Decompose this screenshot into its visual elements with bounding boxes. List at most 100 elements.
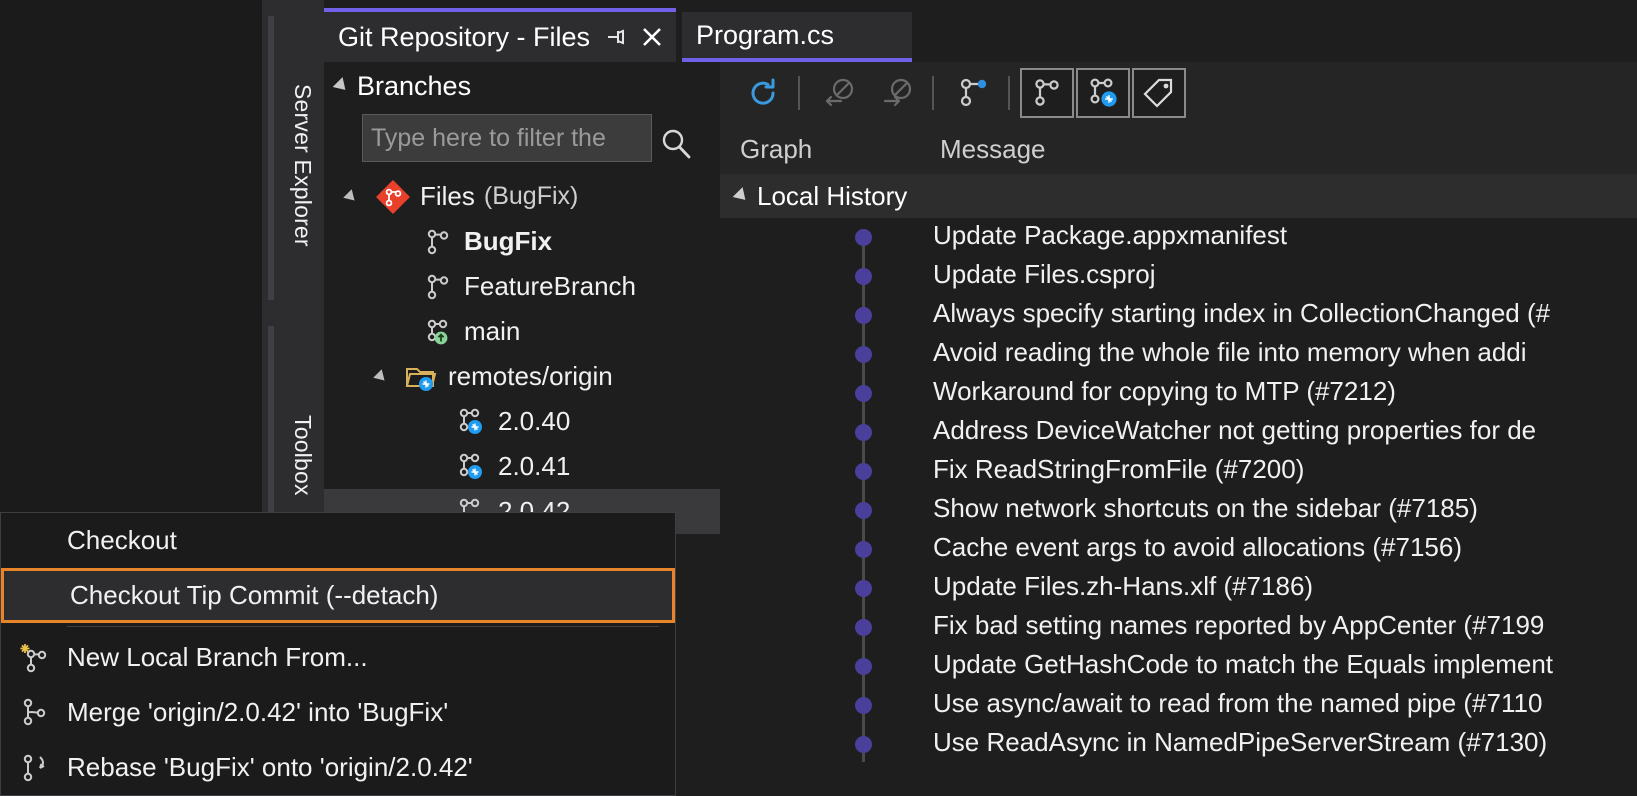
commit-row[interactable]: Update Files.zh-Hans.xlf (#7186): [720, 569, 1637, 608]
show-remote-branches-button[interactable]: [1076, 68, 1130, 118]
commit-message: Update Files.zh-Hans.xlf (#7186): [933, 571, 1313, 602]
commit-row[interactable]: Address DeviceWatcher not getting proper…: [720, 413, 1637, 452]
dock-tab-label: Server Explorer: [289, 70, 316, 247]
rebase-icon: [1, 751, 67, 785]
fetch-back-button[interactable]: [812, 68, 866, 118]
commit-row[interactable]: Workaround for copying to MTP (#7212): [720, 374, 1637, 413]
commit-message: Avoid reading the whole file into memory…: [933, 337, 1527, 368]
tree-item-branch-bugfix[interactable]: BugFix: [324, 219, 720, 264]
commit-list[interactable]: Update Package.appxmanifest Update Files…: [720, 218, 1637, 762]
menu-item-checkout[interactable]: Checkout: [1, 513, 675, 568]
column-header-message[interactable]: Message: [940, 134, 1046, 165]
refresh-button[interactable]: [736, 68, 790, 118]
tree-item-label: 2.0.41: [498, 451, 570, 482]
menu-item-checkout-tip-commit[interactable]: Checkout Tip Commit (--detach): [1, 568, 675, 623]
commit-row[interactable]: Use ReadAsync in NamedPipeServerStream (…: [720, 725, 1637, 762]
commit-message: Address DeviceWatcher not getting proper…: [933, 415, 1536, 446]
merge-icon: [1, 696, 67, 730]
tree-item-repository[interactable]: Files (BugFix): [324, 174, 720, 219]
menu-separator: [67, 626, 659, 627]
branch-filter-box[interactable]: [362, 114, 652, 162]
dock-tab-accent-bar: [268, 16, 274, 300]
graph-commit-dot: [855, 307, 872, 324]
tree-item-branch-main[interactable]: main: [324, 309, 720, 354]
graph-commit-dot: [855, 346, 872, 363]
branches-tree: Files (BugFix) BugFix: [324, 174, 720, 534]
commit-row[interactable]: Always specify starting index in Collect…: [720, 296, 1637, 335]
branches-header-label: Branches: [357, 71, 471, 102]
tree-item-remotes-origin[interactable]: remotes/origin: [324, 354, 720, 399]
local-history-group-header[interactable]: Local History: [720, 174, 1637, 218]
tree-item-branch-featurebranch[interactable]: FeatureBranch: [324, 264, 720, 309]
tree-item-label: BugFix: [464, 226, 552, 257]
branches-section-header[interactable]: Branches: [324, 62, 720, 110]
tree-item-current-branch: (BugFix): [484, 182, 578, 211]
pin-icon[interactable]: [604, 26, 627, 48]
commit-message: Use async/await to read from the named p…: [933, 688, 1542, 719]
graph-commit-dot: [855, 580, 872, 597]
menu-item-label: Checkout: [67, 525, 177, 556]
commit-message: Update Files.csproj: [933, 259, 1156, 290]
menu-item-rebase-branch[interactable]: Rebase 'BugFix' onto 'origin/2.0.42': [1, 740, 675, 795]
tree-item-label: FeatureBranch: [464, 271, 636, 302]
commit-row[interactable]: Update GetHashCode to match the Equals i…: [720, 647, 1637, 686]
show-tags-button[interactable]: [1132, 68, 1186, 118]
tab-label: Program.cs: [696, 20, 834, 51]
graph-commit-dot: [855, 736, 872, 753]
chevron-down-icon[interactable]: [733, 187, 751, 205]
menu-item-label: Rebase 'BugFix' onto 'origin/2.0.42': [67, 752, 473, 783]
tree-item-label: 2.0.40: [498, 406, 570, 437]
graph-commit-dot: [855, 541, 872, 558]
chevron-down-icon[interactable]: [373, 369, 389, 385]
toolbar-separator: [798, 76, 800, 110]
commit-message: Cache event args to avoid allocations (#…: [933, 532, 1462, 563]
close-icon[interactable]: [641, 26, 664, 48]
menu-item-merge-branch[interactable]: Merge 'origin/2.0.42' into 'BugFix': [1, 685, 675, 740]
tab-label: Git Repository - Files: [338, 22, 590, 53]
commit-row[interactable]: Fix ReadStringFromFile (#7200): [720, 452, 1637, 491]
commit-row[interactable]: Fix bad setting names reported by AppCen…: [720, 608, 1637, 647]
branch-icon: [422, 271, 454, 303]
branch-filter-input[interactable]: [363, 115, 651, 161]
dock-tab-server-explorer[interactable]: Server Explorer: [262, 8, 324, 308]
toolbar-separator: [1008, 76, 1010, 110]
commit-message: Always specify starting index in Collect…: [933, 298, 1550, 329]
graph-commit-dot: [855, 268, 872, 285]
commit-message: Update Package.appxmanifest: [933, 220, 1287, 251]
show-graph-button[interactable]: [946, 68, 1000, 118]
graph-commit-dot: [855, 385, 872, 402]
tree-item-remote-branch-2040[interactable]: 2.0.40: [324, 399, 720, 444]
branch-context-menu[interactable]: Checkout Checkout Tip Commit (--detach) …: [0, 512, 676, 796]
new-branch-icon: [1, 641, 67, 675]
dock-tab-label: Toolbox: [289, 401, 316, 496]
commit-row[interactable]: Use async/await to read from the named p…: [720, 686, 1637, 725]
graph-commit-dot: [855, 229, 872, 246]
history-toolbar: [720, 62, 1637, 124]
tree-item-remote-branch-2041[interactable]: 2.0.41: [324, 444, 720, 489]
graph-commit-dot: [855, 658, 872, 675]
commit-message: Workaround for copying to MTP (#7212): [933, 376, 1396, 407]
show-local-branches-button[interactable]: [1020, 68, 1074, 118]
menu-item-new-local-branch-from[interactable]: New Local Branch From...: [1, 630, 675, 685]
branch-icon: [422, 226, 454, 258]
repository-icon: [376, 180, 410, 214]
commit-row[interactable]: Show network shortcuts on the sidebar (#…: [720, 491, 1637, 530]
graph-commit-dot: [855, 424, 872, 441]
fetch-forward-button[interactable]: [870, 68, 924, 118]
column-header-graph[interactable]: Graph: [740, 134, 940, 165]
remote-folder-icon: [404, 360, 438, 394]
commit-row[interactable]: Update Package.appxmanifest: [720, 218, 1637, 257]
search-icon[interactable]: [656, 124, 696, 164]
tree-item-label: Files: [420, 181, 475, 212]
menu-item-label: New Local Branch From...: [67, 642, 368, 673]
commit-row[interactable]: Avoid reading the whole file into memory…: [720, 335, 1637, 374]
commit-row[interactable]: Cache event args to avoid allocations (#…: [720, 530, 1637, 569]
tab-git-repository-files[interactable]: Git Repository - Files: [324, 8, 676, 62]
chevron-down-icon[interactable]: [343, 189, 359, 205]
graph-commit-dot: [855, 502, 872, 519]
document-tab-strip: Git Repository - Files Program.cs: [324, 0, 1637, 62]
commit-message: Fix ReadStringFromFile (#7200): [933, 454, 1304, 485]
commit-row[interactable]: Update Files.csproj: [720, 257, 1637, 296]
group-header-label: Local History: [757, 181, 907, 212]
tab-program-cs[interactable]: Program.cs: [682, 12, 912, 62]
